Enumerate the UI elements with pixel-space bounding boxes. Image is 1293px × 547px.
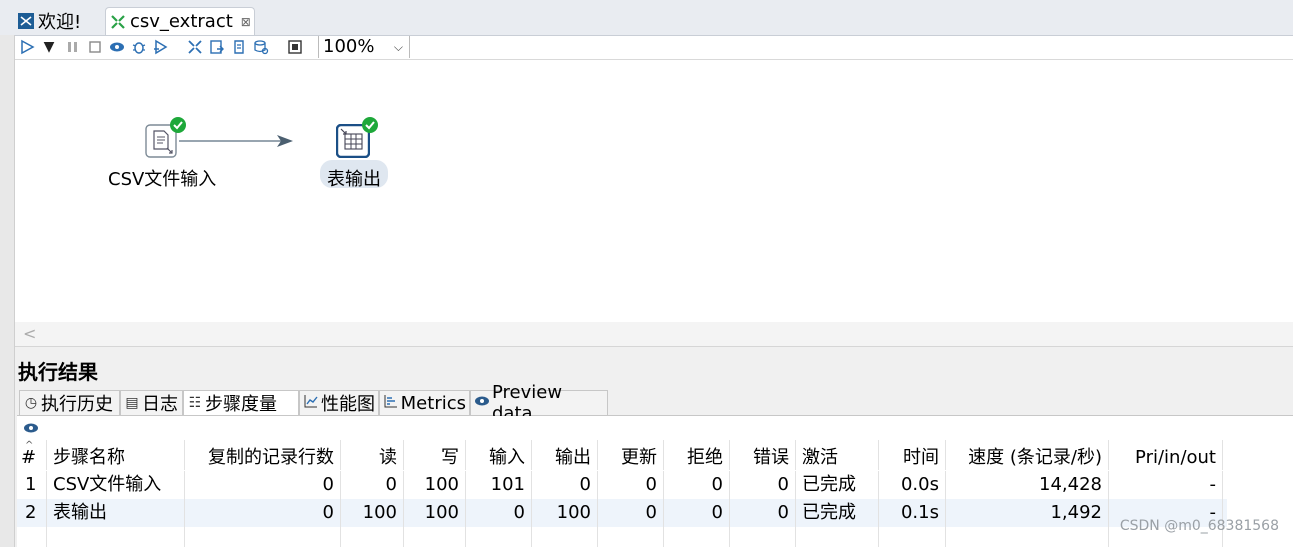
- impact-analysis-icon[interactable]: [209, 39, 225, 55]
- run-options-dropdown-icon[interactable]: ▼: [41, 39, 57, 55]
- metrics-subtoolbar: [17, 416, 1293, 441]
- table-cell[interactable]: 0: [466, 499, 532, 527]
- tab-log-label: 日志: [142, 394, 178, 415]
- tab-preview-data[interactable]: Preview data: [470, 382, 608, 424]
- run-icon[interactable]: [19, 39, 35, 55]
- execution-results-title: 执行结果: [18, 360, 98, 384]
- stop-icon[interactable]: [87, 39, 103, 55]
- table-cell[interactable]: 0: [341, 471, 404, 499]
- table-cell[interactable]: 0: [598, 471, 664, 499]
- table-cell[interactable]: 101: [466, 471, 532, 499]
- sql-icon[interactable]: [231, 39, 247, 55]
- canvas-horizontal-scrollbar[interactable]: <: [15, 322, 1293, 347]
- tab-metrics-label: Metrics: [400, 392, 466, 414]
- column-header-active[interactable]: 激活: [796, 440, 879, 470]
- hop-arrow[interactable]: [15, 60, 1293, 322]
- transformation-toolbar: ▼ 100% ⌵: [15, 36, 1293, 60]
- table-cell[interactable]: 1: [17, 471, 47, 499]
- table-cell[interactable]: 0: [532, 471, 598, 499]
- line-chart-icon: [303, 394, 319, 412]
- tab-performance-graph-label: 性能图: [321, 394, 375, 415]
- tab-performance-graph[interactable]: 性能图: [299, 390, 379, 415]
- chevron-down-icon: ⌵: [393, 40, 403, 54]
- explore-db-icon[interactable]: [253, 39, 269, 55]
- table-cell[interactable]: 100: [404, 471, 466, 499]
- column-header-pri-in-out[interactable]: Pri/in/out: [1109, 440, 1223, 470]
- tab-step-metrics-label: 步骤度量: [205, 394, 277, 415]
- table-cell[interactable]: -: [1109, 471, 1223, 499]
- tab-log[interactable]: ▤ 日志: [120, 390, 183, 415]
- close-tab-icon[interactable]: ⊠: [241, 15, 251, 29]
- tab-execution-history[interactable]: ◷ 执行历史: [19, 390, 120, 415]
- eye-icon: [474, 395, 490, 411]
- verify-icon[interactable]: [187, 39, 203, 55]
- table-cell[interactable]: 0: [185, 471, 341, 499]
- table-cell[interactable]: 0: [730, 499, 796, 527]
- table-cell[interactable]: 14,428: [946, 471, 1109, 499]
- clock-icon: ◷: [24, 395, 38, 411]
- column-header-updated[interactable]: 更新: [598, 440, 664, 470]
- column-header-errors[interactable]: 错误: [730, 440, 796, 470]
- tab-welcome-label: 欢迎!: [38, 12, 82, 33]
- column-header-input[interactable]: 输入: [466, 440, 532, 470]
- sort-icon: ^: [25, 440, 34, 451]
- preview-icon[interactable]: [109, 39, 125, 55]
- table-cell[interactable]: 0: [185, 499, 341, 527]
- pause-icon[interactable]: [65, 39, 81, 55]
- table-cell[interactable]: 已完成: [796, 499, 879, 527]
- step-metrics-table: ^ # 步骤名称 复制的记录行数 读 写 输入 输出 更新 拒绝 错误 激活 时…: [17, 440, 1293, 547]
- table-cell[interactable]: 2: [17, 499, 47, 527]
- metrics-icon: [383, 394, 399, 412]
- snap-grid-icon[interactable]: [287, 39, 303, 55]
- watermark: CSDN @m0_68381568: [1119, 518, 1279, 534]
- tab-csv-extract[interactable]: csv_extract ⊠: [105, 7, 255, 35]
- table-cell[interactable]: 0.0s: [879, 471, 946, 499]
- column-header-write[interactable]: 写: [404, 440, 466, 470]
- column-header-index[interactable]: ^ #: [17, 440, 47, 470]
- log-icon: ▤: [125, 395, 139, 411]
- tab-csv-extract-label: csv_extract: [130, 11, 233, 32]
- table-cell[interactable]: 100: [532, 499, 598, 527]
- table-cell[interactable]: 已完成: [796, 471, 879, 499]
- column-header-output[interactable]: 输出: [532, 440, 598, 470]
- debug-icon[interactable]: [131, 39, 147, 55]
- column-header-speed[interactable]: 速度 (条记录/秒): [946, 440, 1109, 470]
- tab-execution-history-label: 执行历史: [41, 394, 113, 415]
- column-header-read[interactable]: 读: [341, 440, 404, 470]
- table-cell[interactable]: 0: [664, 499, 730, 527]
- success-check-icon: [361, 116, 379, 134]
- table-cell[interactable]: 100: [404, 499, 466, 527]
- column-header-rejected[interactable]: 拒绝: [664, 440, 730, 470]
- tab-metrics[interactable]: Metrics: [379, 390, 470, 415]
- table-cell[interactable]: 0: [598, 499, 664, 527]
- transformation-icon: [110, 14, 126, 30]
- table-cell[interactable]: 0.1s: [879, 499, 946, 527]
- welcome-icon: [18, 13, 34, 29]
- left-gutter: [0, 35, 15, 547]
- replay-icon[interactable]: [153, 39, 169, 55]
- success-check-icon: [169, 116, 187, 134]
- tab-welcome[interactable]: 欢迎!: [14, 7, 106, 35]
- column-header-step-name[interactable]: 步骤名称: [47, 440, 185, 470]
- column-header-time[interactable]: 时间: [879, 440, 946, 470]
- column-header-copied-rows[interactable]: 复制的记录行数: [185, 440, 341, 470]
- scroll-left-icon[interactable]: <: [23, 324, 36, 343]
- zoom-value: 100%: [323, 36, 375, 57]
- editor-tab-bar: 欢迎! csv_extract ⊠: [0, 0, 1293, 36]
- list-icon: ☷: [188, 395, 202, 411]
- zoom-select[interactable]: 100% ⌵: [318, 36, 410, 58]
- table-cell[interactable]: CSV文件输入: [47, 471, 185, 499]
- table-cell[interactable]: 100: [341, 499, 404, 527]
- step-table-output-label[interactable]: 表输出: [327, 165, 381, 191]
- results-tab-bar: ◷ 执行历史 ▤ 日志 ☷ 步骤度量 性能图 Metrics Preview d…: [17, 382, 1293, 424]
- table-cell[interactable]: 1,492: [946, 499, 1109, 527]
- transformation-canvas[interactable]: CSV文件输入 表输出: [15, 60, 1293, 322]
- tab-step-metrics[interactable]: ☷ 步骤度量: [183, 390, 299, 415]
- table-cell[interactable]: 0: [664, 471, 730, 499]
- table-cell[interactable]: 表输出: [47, 499, 185, 527]
- step-csv-input-label[interactable]: CSV文件输入: [108, 165, 216, 191]
- table-cell[interactable]: 0: [730, 471, 796, 499]
